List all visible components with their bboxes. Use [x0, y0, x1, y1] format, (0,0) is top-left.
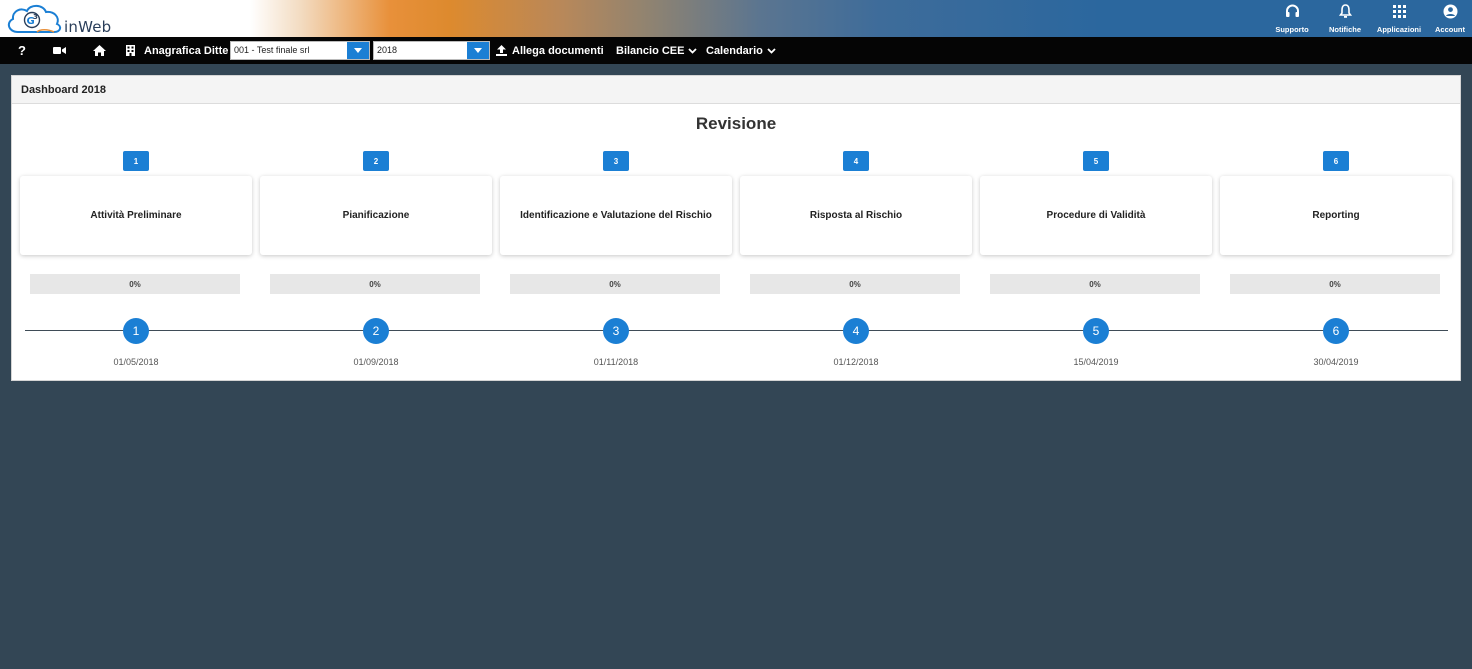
- chevron-down-icon: [767, 47, 776, 54]
- timeline-date: 01/11/2018: [593, 357, 639, 367]
- timeline-date: 30/04/2019: [1313, 357, 1359, 367]
- chevron-down-icon[interactable]: [467, 42, 489, 59]
- company-select-value: 001 - Test finale srl: [234, 45, 310, 55]
- step-column: 5 Procedure di Validità 0% 5 15/04/2019: [980, 76, 1212, 382]
- main-navbar: ? Anagrafica Ditte 001 - Test finale srl…: [0, 37, 1472, 64]
- applications-label: Applicazioni: [1376, 25, 1422, 34]
- step-progress-bar: 0%: [750, 274, 960, 294]
- allega-documenti-label: Allega documenti: [512, 44, 604, 57]
- timeline-step-dot[interactable]: 3: [603, 318, 629, 344]
- timeline-step-dot[interactable]: 6: [1323, 318, 1349, 344]
- step-column: 2 Pianificazione 0% 2 01/09/2018: [260, 76, 492, 382]
- video-camera-icon: [53, 47, 66, 54]
- step-card[interactable]: Risposta al Rischio: [740, 176, 972, 255]
- calendario-label: Calendario: [706, 44, 763, 57]
- step-number-badge: 3: [603, 151, 629, 171]
- timeline-date: 01/05/2018: [113, 357, 159, 367]
- applications-button[interactable]: Applicazioni: [1370, 0, 1428, 37]
- step-column: 3 Identificazione e Valutazione del Risch…: [500, 76, 732, 382]
- calendario-menu[interactable]: Calendario: [706, 37, 776, 64]
- anagrafica-ditte-link[interactable]: Anagrafica Ditte: [126, 37, 228, 64]
- grid-icon: [1391, 3, 1407, 19]
- support-label: Supporto: [1275, 25, 1309, 34]
- step-column: 1 Attività Preliminare 0% 1 01/05/2018: [20, 76, 252, 382]
- timeline-step-dot[interactable]: 5: [1083, 318, 1109, 344]
- year-select[interactable]: 2018: [373, 41, 490, 60]
- headset-icon: [1284, 3, 1300, 19]
- step-number-badge: 4: [843, 151, 869, 171]
- home-button[interactable]: [93, 37, 106, 64]
- step-column: 4 Risposta al Rischio 0% 4 01/12/2018: [740, 76, 972, 382]
- step-column: 6 Reporting 0% 6 30/04/2019: [1220, 76, 1452, 382]
- help-button[interactable]: ?: [18, 37, 26, 64]
- cloud-logo-icon: G 3: [7, 4, 62, 33]
- notifications-button[interactable]: Notifiche: [1320, 0, 1370, 37]
- step-card[interactable]: Pianificazione: [260, 176, 492, 255]
- step-progress-bar: 0%: [1230, 274, 1440, 294]
- timeline-date: 01/12/2018: [833, 357, 879, 367]
- dashboard-panel: Dashboard 2018 Revisione 1 Attività Preli…: [11, 75, 1461, 381]
- chevron-down-icon[interactable]: [347, 42, 369, 59]
- step-card[interactable]: Attività Preliminare: [20, 176, 252, 255]
- year-select-value: 2018: [377, 45, 398, 55]
- video-button[interactable]: [53, 37, 66, 64]
- notifications-label: Notifiche: [1328, 25, 1362, 34]
- app-header: G 3 inWeb Supporto Notifiche Applicazion…: [0, 0, 1472, 37]
- anagrafica-ditte-label: Anagrafica Ditte: [144, 44, 229, 57]
- step-card[interactable]: Identificazione e Valutazione del Rischi…: [500, 176, 732, 255]
- brand-name: inWeb: [64, 18, 112, 36]
- top-actions: Supporto Notifiche Applicazioni Account: [1264, 0, 1472, 37]
- bell-icon: [1337, 3, 1353, 19]
- allega-documenti-link[interactable]: Allega documenti: [496, 37, 604, 64]
- account-label: Account: [1435, 25, 1465, 34]
- user-circle-icon: [1442, 3, 1458, 19]
- bilancio-cee-label: Bilancio CEE: [616, 44, 685, 57]
- step-progress-bar: 0%: [270, 274, 480, 294]
- step-card[interactable]: Reporting: [1220, 176, 1452, 255]
- timeline-step-dot[interactable]: 1: [123, 318, 149, 344]
- step-number-badge: 6: [1323, 151, 1349, 171]
- chevron-down-icon: [688, 47, 698, 54]
- step-number-badge: 1: [123, 151, 149, 171]
- step-number-badge: 5: [1083, 151, 1109, 171]
- step-card[interactable]: Procedure di Validità: [980, 176, 1212, 255]
- support-button[interactable]: Supporto: [1264, 0, 1320, 37]
- account-button[interactable]: Account: [1428, 0, 1472, 37]
- timeline-date: 15/04/2019: [1073, 357, 1119, 367]
- svg-text:3: 3: [33, 13, 38, 21]
- step-number-badge: 2: [363, 151, 389, 171]
- timeline-step-dot[interactable]: 2: [363, 318, 389, 344]
- home-icon: [93, 45, 106, 56]
- upload-icon: [496, 45, 507, 56]
- building-icon: [126, 45, 135, 56]
- step-progress-bar: 0%: [30, 274, 240, 294]
- timeline-date: 01/09/2018: [353, 357, 399, 367]
- company-select[interactable]: 001 - Test finale srl: [230, 41, 370, 60]
- timeline-step-dot[interactable]: 4: [843, 318, 869, 344]
- step-progress-bar: 0%: [510, 274, 720, 294]
- bilancio-cee-menu[interactable]: Bilancio CEE: [616, 37, 698, 64]
- step-progress-bar: 0%: [990, 274, 1200, 294]
